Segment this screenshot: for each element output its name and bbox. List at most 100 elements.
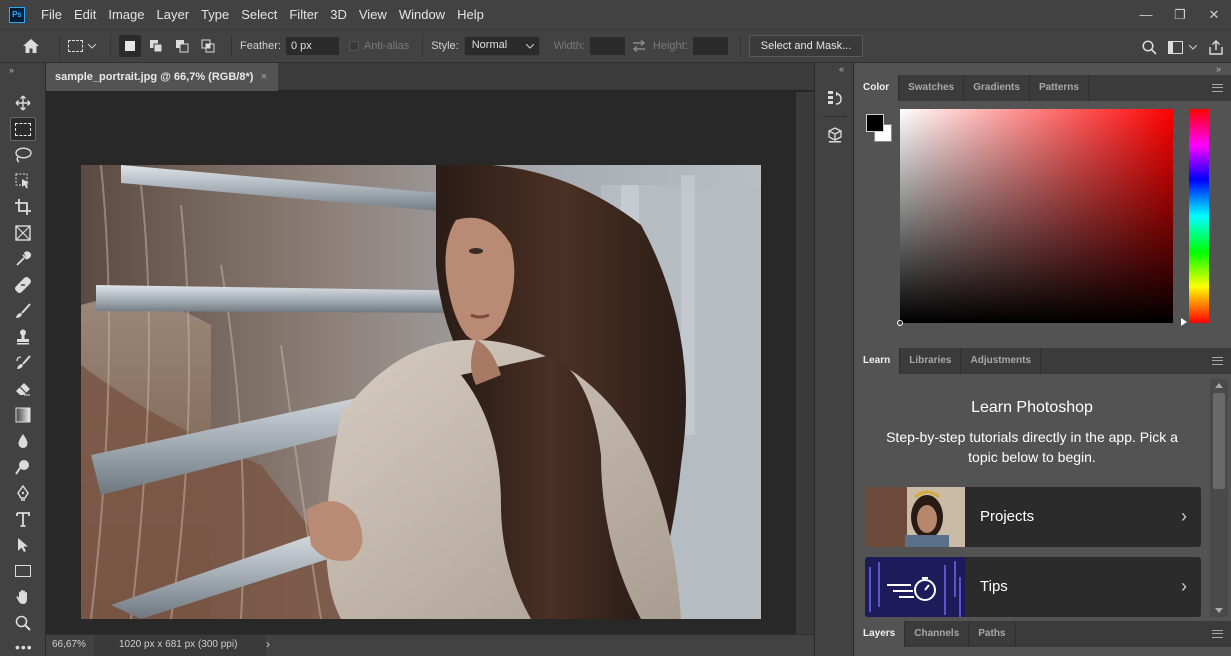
menu-image[interactable]: Image (102, 0, 150, 29)
menu-3d[interactable]: 3D (324, 0, 353, 29)
tab-swatches[interactable]: Swatches (899, 75, 965, 101)
tab-paths[interactable]: Paths (969, 621, 1016, 647)
height-input[interactable] (692, 37, 728, 55)
status-info-arrow[interactable]: › (266, 637, 270, 651)
learn-panel-scrollbar[interactable] (1210, 379, 1228, 617)
learn-panel-menu-icon[interactable] (1212, 357, 1223, 365)
menu-type[interactable]: Type (195, 0, 235, 29)
divider (110, 35, 111, 57)
history-brush-tool[interactable] (10, 351, 36, 375)
search-button[interactable] (1135, 39, 1163, 55)
window-controls: — ❐ ✕ (1129, 0, 1231, 29)
select-and-mask-button[interactable]: Select and Mask... (748, 35, 864, 57)
crop-tool[interactable] (10, 195, 36, 219)
3d-panel-button[interactable] (824, 124, 846, 146)
path-selection-tool[interactable] (10, 533, 36, 557)
drop-icon (18, 434, 28, 448)
eraser-tool[interactable] (10, 377, 36, 401)
menu-filter[interactable]: Filter (283, 0, 324, 29)
collapse-toolbar-icon[interactable]: » (9, 65, 14, 75)
style-select[interactable]: Normal (463, 36, 540, 56)
hue-slider[interactable] (1189, 109, 1209, 323)
zoom-tool[interactable] (10, 611, 36, 635)
divider (59, 35, 60, 57)
scrollbar-thumb[interactable] (1213, 393, 1225, 489)
frame-tool[interactable] (10, 221, 36, 245)
swap-arrows-icon (632, 40, 646, 52)
swap-dimensions-button[interactable] (631, 40, 647, 52)
dodge-tool[interactable] (10, 455, 36, 479)
tab-patterns[interactable]: Patterns (1030, 75, 1089, 101)
close-document-icon[interactable]: × (261, 71, 267, 83)
document-tab[interactable]: sample_portrait.jpg @ 66,7% (RGB/8*) × (46, 63, 278, 91)
document-image[interactable] (81, 165, 761, 619)
learn-card-projects[interactable]: Projects › (865, 487, 1201, 547)
close-window-button[interactable]: ✕ (1197, 0, 1231, 29)
workspace-icon (1167, 40, 1183, 54)
brush-tool[interactable] (10, 299, 36, 323)
projects-thumbnail (865, 487, 965, 547)
blur-tool[interactable] (10, 429, 36, 453)
color-panel-menu-icon[interactable] (1212, 84, 1223, 92)
antialias-checkbox[interactable] (348, 41, 359, 51)
learn-card-tips[interactable]: Tips › (865, 557, 1201, 617)
foreground-color-swatch[interactable] (866, 114, 884, 132)
pen-tool[interactable] (10, 481, 36, 505)
rect-marquee-icon (68, 40, 83, 52)
menu-select[interactable]: Select (235, 0, 283, 29)
move-tool[interactable] (10, 91, 36, 115)
chevron-down-icon (525, 44, 534, 49)
menu-file[interactable]: File (35, 0, 68, 29)
width-input[interactable] (589, 37, 625, 55)
eyedropper-tool[interactable] (10, 247, 36, 271)
lasso-tool[interactable] (10, 143, 36, 167)
layers-panel-menu-icon[interactable] (1212, 630, 1223, 638)
color-field[interactable] (897, 109, 1173, 326)
spot-healing-tool[interactable] (10, 273, 36, 297)
tab-adjustments[interactable]: Adjustments (961, 348, 1042, 374)
menu-view[interactable]: View (353, 0, 393, 29)
collapse-panels-icon[interactable]: » (1216, 64, 1221, 74)
history-panel-button[interactable] (824, 87, 846, 109)
minimize-button[interactable]: — (1129, 0, 1163, 29)
zoom-level[interactable]: 66,67% (52, 639, 86, 650)
intersect-selection-button[interactable] (197, 35, 219, 57)
tab-layers[interactable]: Layers (854, 621, 906, 647)
color-panel-tabs: Color Swatches Gradients Patterns (854, 75, 1231, 101)
gradient-tool[interactable] (10, 403, 36, 427)
home-button[interactable] (11, 38, 51, 54)
restore-button[interactable]: ❐ (1163, 0, 1197, 29)
menu-window[interactable]: Window (393, 0, 451, 29)
share-button[interactable] (1201, 39, 1231, 55)
menu-edit[interactable]: Edit (68, 0, 102, 29)
document-tabs: sample_portrait.jpg @ 66,7% (RGB/8*) × (46, 63, 814, 91)
tab-gradients[interactable]: Gradients (964, 75, 1030, 101)
menu-layer[interactable]: Layer (151, 0, 196, 29)
type-tool[interactable] (10, 507, 36, 531)
hue-slider-marker[interactable] (1181, 318, 1187, 326)
hand-tool[interactable] (10, 585, 36, 609)
new-selection-button[interactable] (119, 35, 141, 57)
add-to-selection-button[interactable] (145, 35, 167, 57)
clone-stamp-tool[interactable] (10, 325, 36, 349)
vertical-scrollbar[interactable] (796, 92, 814, 634)
workspace-button[interactable] (1163, 40, 1201, 54)
learn-subtitle: Step-by-step tutorials directly in the a… (886, 429, 1178, 465)
menu-help[interactable]: Help (451, 0, 490, 29)
scroll-down-arrow-icon[interactable] (1215, 608, 1223, 613)
rectangular-marquee-tool[interactable] (10, 117, 36, 141)
rectangle-tool[interactable] (10, 559, 36, 583)
object-selection-tool[interactable] (10, 169, 36, 193)
tab-libraries[interactable]: Libraries (900, 348, 962, 374)
more-tools-icon[interactable]: ••• (15, 640, 33, 654)
collapse-dock-icon[interactable]: « (839, 64, 844, 74)
canvas-pasteboard[interactable] (46, 92, 796, 634)
subtract-from-selection-button[interactable] (171, 35, 193, 57)
add-selection-icon (150, 40, 163, 53)
marquee-preset-picker[interactable] (68, 40, 96, 52)
feather-input[interactable]: 0 px (285, 37, 339, 55)
tab-learn[interactable]: Learn (854, 348, 901, 374)
tab-channels[interactable]: Channels (905, 621, 970, 647)
scroll-up-arrow-icon[interactable] (1215, 383, 1223, 388)
tab-color[interactable]: Color (854, 75, 900, 101)
